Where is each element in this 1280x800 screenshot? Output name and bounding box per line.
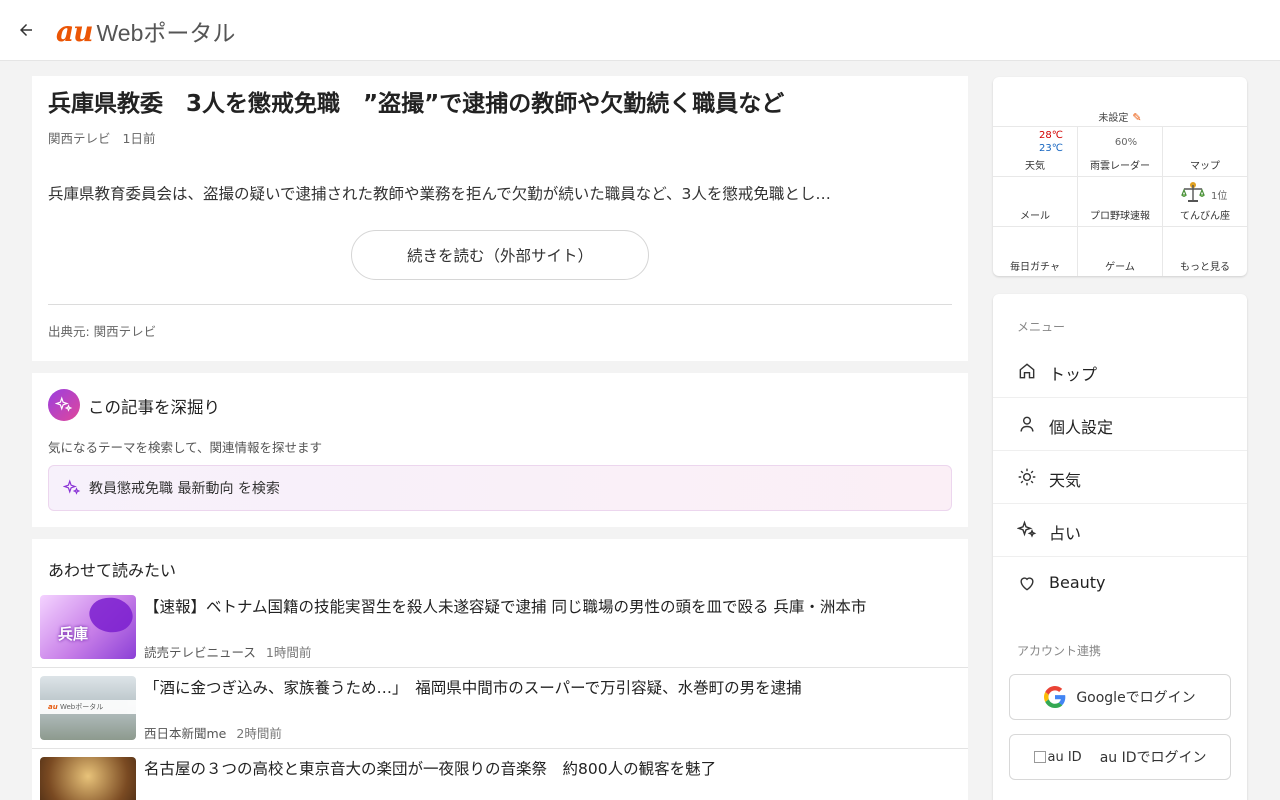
menu-item-label: 占い bbox=[1049, 524, 1082, 543]
sparkle-icon bbox=[1017, 520, 1037, 538]
logo-au-text: au bbox=[56, 15, 93, 48]
article-lead: 兵庫県教育委員会は、盗撮の疑いで逮捕された教師や業務を拒んで欠勤が続いた職員など… bbox=[48, 185, 831, 203]
thumbnail-banner: au Webポータル bbox=[40, 700, 136, 714]
menu-item-top[interactable]: トップ bbox=[993, 345, 1247, 398]
related-source: 西日本新聞me bbox=[144, 726, 227, 741]
pencil-icon: ✎ bbox=[1132, 111, 1142, 124]
related-item[interactable]: au Webポータル 「酒に金つぎ込み、家族養うため…」 福岡県中間市のスーパー… bbox=[32, 668, 968, 749]
deep-dive-search-button[interactable]: 教員懲戒免職 最新動向 を検索 bbox=[48, 465, 952, 511]
sun-icon bbox=[1018, 468, 1036, 486]
weather-tile[interactable]: 28℃ 23℃ 天気 bbox=[993, 127, 1078, 177]
deep-dive-title: この記事を深掘り bbox=[88, 398, 220, 417]
libra-scale-icon bbox=[1181, 182, 1205, 202]
deep-dive-subtitle: 気になるテーマを検索して、関連情報を探せます bbox=[48, 440, 323, 455]
home-icon bbox=[1019, 363, 1035, 379]
service-grid: 28℃ 23℃ 天気 60% 雨雲レーダー マップ メール プロ野球速報 1位 … bbox=[993, 126, 1247, 276]
weather-label: 天気 bbox=[1025, 161, 1045, 172]
deep-dive-card: この記事を深掘り 気になるテーマを検索して、関連情報を探せます 教員懲戒免職 最… bbox=[32, 373, 968, 527]
source-credit: 出典元: 関西テレビ bbox=[48, 324, 157, 339]
related-thumbnail: 兵庫 bbox=[40, 595, 136, 659]
menu-item-label: Beauty bbox=[1049, 573, 1106, 592]
broken-image-icon bbox=[1033, 751, 1046, 763]
related-time: 1時間前 bbox=[265, 645, 312, 660]
menu-caption: メニュー bbox=[1017, 320, 1066, 334]
more-label: もっと見る bbox=[1180, 262, 1230, 273]
related-item[interactable]: 兵庫 【速報】ベトナム国籍の技能実習生を殺人未遂容疑で逮捕 同じ職場の男性の頭を… bbox=[32, 587, 968, 668]
related-headline: 「酒に金つぎ込み、家族養うため…」 福岡県中間市のスーパーで万引容疑、水巻町の男… bbox=[144, 679, 802, 697]
auid-login-label: au IDでログイン bbox=[1099, 750, 1207, 766]
related-thumbnail bbox=[40, 757, 136, 800]
google-login-label: Googleでログイン bbox=[1076, 690, 1196, 706]
article-time: 1日前 bbox=[122, 131, 156, 146]
auid-logo-image: au ID bbox=[1033, 749, 1082, 765]
menu-item-weather[interactable]: 天気 bbox=[993, 451, 1247, 504]
menu-item-fortune[interactable]: 占い bbox=[993, 504, 1247, 557]
google-login-button[interactable]: Googleでログイン bbox=[1009, 674, 1231, 720]
related-meta: 西日本新聞me 2時間前 bbox=[144, 723, 282, 742]
au-webportal-logo[interactable]: au Webポータル bbox=[56, 14, 236, 48]
related-source: 読売テレビニュース bbox=[144, 645, 256, 660]
article-source: 関西テレビ bbox=[48, 131, 111, 146]
related-articles-card: あわせて読みたい 兵庫 【速報】ベトナム国籍の技能実習生を殺人未遂容疑で逮捕 同… bbox=[32, 539, 968, 800]
gacha-label: 毎日ガチャ bbox=[1010, 262, 1060, 273]
location-setting[interactable]: 未設定 ✎ bbox=[993, 109, 1247, 124]
mail-tile[interactable]: メール bbox=[993, 177, 1078, 227]
thumbnail-caption: 兵庫 bbox=[58, 625, 89, 643]
article-title: 兵庫県教委 3人を懲戒免職 ”盗撮”で逮捕の教師や欠勤続く職員など bbox=[48, 91, 785, 117]
related-time: 2時間前 bbox=[236, 726, 282, 741]
google-icon bbox=[1044, 686, 1066, 708]
temp-low: 23℃ bbox=[1039, 143, 1063, 154]
sparkle-icon bbox=[48, 389, 80, 421]
thumbnail-caption: Webポータル bbox=[59, 703, 104, 711]
deep-dive-search-text: 教員懲戒免職 最新動向 を検索 bbox=[89, 481, 280, 497]
location-label: 未設定 bbox=[1098, 113, 1129, 124]
baseball-label: プロ野球速報 bbox=[1090, 211, 1150, 222]
heart-icon bbox=[1020, 577, 1034, 591]
rain-percent: 60% bbox=[1114, 137, 1138, 148]
menu-item-label: 個人設定 bbox=[1049, 418, 1114, 437]
menu-item-beauty[interactable]: Beauty bbox=[993, 557, 1247, 610]
back-button[interactable] bbox=[14, 18, 38, 42]
gacha-tile[interactable]: 毎日ガチャ bbox=[993, 227, 1078, 276]
related-item[interactable]: 名古屋の３つの高校と東京音大の楽団が一夜限りの音楽祭 約800人の観客を魅了 bbox=[32, 749, 968, 800]
game-label: ゲーム bbox=[1105, 262, 1135, 273]
map-tile[interactable]: マップ bbox=[1163, 127, 1247, 177]
menu-item-label: トップ bbox=[1049, 365, 1098, 384]
article-card: 兵庫県教委 3人を懲戒免職 ”盗撮”で逮捕の教師や欠勤続く職員など 関西テレビ 1… bbox=[32, 76, 968, 361]
horoscope-rank: 1位 bbox=[1211, 191, 1228, 202]
divider bbox=[48, 304, 952, 305]
app-header: au Webポータル bbox=[0, 0, 1280, 61]
rain-radar-tile[interactable]: 60% 雨雲レーダー bbox=[1078, 127, 1163, 177]
mail-label: メール bbox=[1020, 211, 1050, 222]
read-more-button[interactable]: 続きを読む（外部サイト） bbox=[351, 230, 649, 280]
account-caption: アカウント連携 bbox=[1017, 644, 1102, 658]
related-thumbnail: au Webポータル bbox=[40, 676, 136, 740]
more-tile[interactable]: もっと見る bbox=[1163, 227, 1247, 276]
related-headline: 名古屋の３つの高校と東京音大の楽団が一夜限りの音楽祭 約800人の観客を魅了 bbox=[144, 760, 717, 778]
service-widget: 未設定 ✎ 28℃ 23℃ 天気 60% 雨雲レーダー マップ メール プロ野球速… bbox=[993, 77, 1247, 276]
person-icon bbox=[1020, 416, 1034, 432]
related-title: あわせて読みたい bbox=[48, 561, 177, 580]
horoscope-label: てんびん座 bbox=[1180, 211, 1230, 222]
logo-webportal-text: Webポータル bbox=[96, 20, 236, 46]
horoscope-tile[interactable]: 1位 てんびん座 bbox=[1163, 177, 1247, 227]
temp-high: 28℃ bbox=[1039, 130, 1063, 141]
arrow-left-icon bbox=[20, 24, 32, 36]
article-meta: 関西テレビ 1日前 bbox=[48, 128, 155, 147]
map-label: マップ bbox=[1190, 161, 1220, 172]
game-tile[interactable]: ゲーム bbox=[1078, 227, 1163, 276]
thumbnail-logo-au: au bbox=[48, 703, 58, 711]
menu-item-settings[interactable]: 個人設定 bbox=[993, 398, 1247, 451]
sidebar-menu: メニュー トップ 個人設定 天気 占い Beauty アカウント連携 Googl… bbox=[993, 294, 1247, 800]
rain-radar-label: 雨雲レーダー bbox=[1090, 161, 1150, 172]
auid-login-button[interactable]: au ID au IDでログイン bbox=[1009, 734, 1231, 780]
baseball-tile[interactable]: プロ野球速報 bbox=[1078, 177, 1163, 227]
sparkle-icon bbox=[63, 479, 81, 495]
related-meta: 読売テレビニュース 1時間前 bbox=[144, 642, 311, 661]
map-shape bbox=[86, 595, 136, 638]
menu-item-label: 天気 bbox=[1049, 471, 1082, 490]
related-headline: 【速報】ベトナム国籍の技能実習生を殺人未遂容疑で逮捕 同じ職場の男性の頭を皿で殴… bbox=[144, 598, 867, 616]
auid-alt-text: au ID bbox=[1047, 749, 1082, 765]
